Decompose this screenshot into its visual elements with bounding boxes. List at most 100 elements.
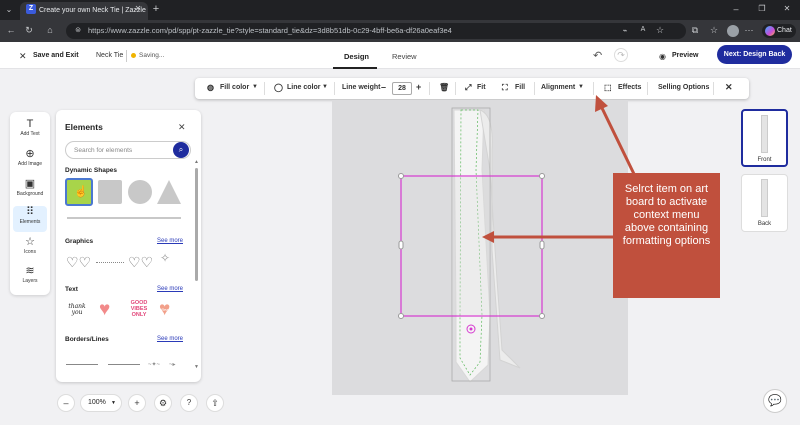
tab-design[interactable]: Design [344, 52, 369, 61]
square-shape[interactable] [98, 180, 122, 204]
view-back-thumbnail[interactable]: Back [741, 174, 788, 232]
favorite-star-icon[interactable]: ☆ [655, 25, 665, 36]
image-icon: ⊕ [25, 148, 35, 160]
circle-shape[interactable] [128, 180, 152, 204]
resize-handle-top-right[interactable] [539, 173, 545, 179]
line-style-plain[interactable] [108, 364, 140, 365]
line-color-icon[interactable]: ◯ [274, 83, 283, 92]
line-color-button[interactable]: Line color [287, 84, 320, 91]
profile-avatar[interactable] [727, 25, 739, 37]
tool-add-text[interactable]: T Add Text [13, 118, 47, 144]
resize-handle-right[interactable] [539, 240, 545, 250]
borders-see-more-link[interactable]: See more [157, 336, 183, 342]
line-style-ornate[interactable]: ~✦~ [148, 361, 160, 368]
extensions-icon[interactable]: ⧉ [690, 25, 700, 36]
hearts-graphic[interactable]: ♡♡ [66, 254, 91, 271]
line-style-solid[interactable] [66, 364, 98, 365]
fit-button[interactable]: Fit [477, 84, 486, 91]
more-menu-icon[interactable]: ⋯ [744, 25, 754, 36]
tool-add-image[interactable]: ⊕ Add Image [13, 148, 47, 174]
tool-icons[interactable]: ☆ Icons [13, 236, 47, 262]
tie-canvas[interactable] [332, 100, 628, 395]
scroll-up-icon[interactable]: ▲ [194, 159, 199, 165]
tab-review[interactable]: Review [392, 52, 417, 61]
browser-tab[interactable]: Create your own Neck Tie | Zazzle [20, 2, 148, 20]
text-see-more-link[interactable]: See more [157, 286, 183, 292]
tab-list-icon[interactable]: ⌄ [4, 5, 14, 14]
close-tab-icon[interactable]: ✕ [133, 4, 143, 13]
resize-handle-bottom-left[interactable] [398, 313, 404, 319]
square-shape-selected[interactable]: ☝ [65, 178, 93, 206]
line-style-arrow[interactable]: ~▸ [169, 361, 176, 368]
tool-elements[interactable]: ⠿ Elements [13, 206, 47, 232]
selected-square[interactable] [452, 177, 490, 315]
tool-layers[interactable]: ≋ Layers [13, 265, 47, 291]
chat-support-icon[interactable]: 💬 [763, 389, 787, 413]
selling-options-button[interactable]: Selling Options [658, 84, 709, 91]
close-x-icon[interactable]: ✕ [19, 51, 27, 62]
sparkle-graphic[interactable]: ✧ [160, 251, 170, 265]
chevron-down-icon[interactable]: ▼ [578, 84, 584, 90]
zoom-in-button[interactable]: + [128, 394, 146, 412]
resize-handle-left[interactable] [398, 240, 404, 250]
fill-icon[interactable]: ⛶ [502, 83, 508, 93]
good-vibes-sticker[interactable]: GOOD VIBES ONLY [126, 300, 152, 318]
triangle-shape[interactable] [157, 180, 181, 204]
resize-handle-bottom-right[interactable] [539, 313, 545, 319]
zoom-out-button[interactable]: – [57, 394, 75, 412]
save-and-exit-button[interactable]: Save and Exit [33, 52, 79, 59]
zoom-select[interactable]: 100% ▼ [80, 394, 122, 412]
settings-gear-icon[interactable]: ⚙ [154, 394, 172, 412]
alignment-button[interactable]: Alignment [541, 84, 575, 91]
double-hearts-graphic[interactable]: ♡♡ [128, 254, 153, 271]
fill-button[interactable]: Fill [515, 84, 525, 91]
panel-scrollbar-thumb[interactable] [195, 168, 198, 281]
window-close-icon[interactable]: ✕ [781, 4, 793, 13]
close-panel-icon[interactable]: ✕ [178, 122, 186, 133]
tracking-icon[interactable]: ⌁ [620, 26, 630, 35]
graphics-see-more-link[interactable]: See more [157, 238, 183, 244]
redo-icon[interactable]: ↷ [614, 48, 628, 62]
thank-you-sticker[interactable]: thank you [65, 304, 89, 316]
url-input[interactable]: https://www.zazzle.com/pd/spp/pt-zazzle_… [66, 23, 686, 39]
undo-icon[interactable]: ↶ [593, 49, 602, 62]
preview-button[interactable]: Preview [672, 52, 698, 59]
back-icon[interactable]: ← [5, 25, 17, 35]
dotted-swirl-graphic[interactable] [96, 262, 124, 263]
resize-handle-top-left[interactable] [398, 173, 404, 179]
close-toolbar-icon[interactable]: ✕ [725, 82, 733, 93]
next-design-back-button[interactable]: Next: Design Back [717, 45, 792, 64]
minimize-icon[interactable]: – [730, 4, 742, 14]
scroll-down-icon[interactable]: ▼ [194, 364, 199, 370]
reload-icon[interactable]: ↻ [23, 25, 35, 36]
annotation-text: Selrct item on art board to activate con… [622, 183, 711, 247]
line-shape[interactable] [67, 217, 181, 219]
chevron-down-icon[interactable]: ▼ [252, 84, 258, 90]
eye-icon: ◉ [659, 52, 666, 61]
header-divider [126, 50, 127, 62]
copilot-chat-button[interactable]: Chat [762, 24, 796, 38]
line-weight-input[interactable]: 28 [392, 82, 412, 95]
fit-icon[interactable]: ⤢ [465, 83, 471, 93]
favorites-icon[interactable]: ☆ [709, 25, 719, 36]
fill-color-button[interactable]: Fill color [220, 84, 249, 91]
decrease-weight-button[interactable]: – [381, 82, 386, 92]
search-icon[interactable]: ⌕ [173, 142, 189, 158]
star-icon: ☆ [25, 236, 35, 248]
chevron-down-icon[interactable]: ▼ [322, 84, 328, 90]
restore-icon[interactable]: ❐ [756, 4, 768, 13]
fill-color-icon[interactable]: ◍ [207, 83, 214, 92]
context-toolbar: ◍ Fill color ▼ ◯ Line color ▼ Line weigh… [195, 78, 749, 99]
help-icon[interactable]: ? [180, 394, 198, 412]
view-front-thumbnail[interactable]: Front [741, 109, 788, 167]
share-icon[interactable]: ⇧ [206, 394, 224, 412]
home-icon[interactable]: ⌂ [44, 25, 56, 35]
heart-sticker[interactable]: ♥ [99, 300, 110, 319]
tool-background[interactable]: ▣ Background [13, 178, 47, 204]
trash-icon[interactable]: 🗑 [439, 83, 449, 92]
new-tab-button[interactable]: + [150, 3, 162, 15]
read-aloud-icon[interactable]: A [638, 26, 648, 33]
divider [334, 82, 335, 95]
site-info-icon[interactable]: ⊜ [73, 26, 83, 34]
increase-weight-button[interactable]: + [416, 82, 421, 92]
